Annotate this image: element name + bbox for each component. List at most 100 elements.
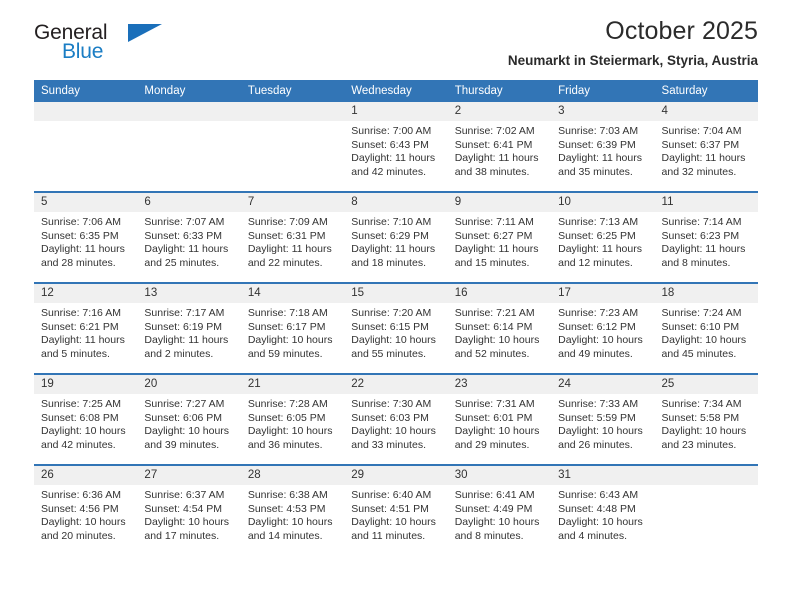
daylight-text-line2: and 8 minutes. [454, 529, 524, 542]
calendar-header-row: Sunday Monday Tuesday Wednesday Thursday… [34, 80, 758, 102]
sunrise-text: Sunrise: 7:27 AM [144, 398, 225, 410]
daylight-text-line1: Daylight: 11 hours [144, 334, 229, 347]
daylight-text-line2: and 42 minutes. [41, 438, 116, 451]
day-number: 29 [344, 466, 448, 485]
weekday-header-monday: Monday [137, 80, 241, 102]
daylight-text-line1: Daylight: 10 hours [661, 334, 747, 347]
daylight-text-line2: and 38 minutes. [454, 165, 530, 178]
daylight-text-line1: Daylight: 11 hours [558, 243, 642, 256]
daylight-text-line1: Daylight: 11 hours [351, 243, 436, 256]
day-details: Sunrise: 7:13 AM Sunset: 6:25 PM Daylight:… [551, 212, 654, 270]
day-number: 30 [447, 466, 552, 485]
calendar-grid: Sunday Monday Tuesday Wednesday Thursday… [34, 80, 758, 555]
sunset-text: Sunset: 4:49 PM [454, 502, 533, 515]
sunrise-text: Sunrise: 7:23 AM [558, 307, 639, 319]
daylight-text-line2: and 2 minutes. [144, 347, 214, 360]
daylight-text-line2: and 39 minutes. [144, 438, 220, 451]
calendar-day-cell[interactable]: 1 Sunrise: 7:00 AM Sunset: 6:43 PM Daylight… [344, 102, 448, 192]
calendar-day-cell[interactable]: 31 Sunrise: 6:43 AM Sunset: 4:48 PM Dayligh… [551, 464, 655, 555]
title-block: October 2025 Neumarkt in Steiermark, Sty… [508, 16, 758, 69]
calendar-week-row: 12 Sunrise: 7:16 AM Sunset: 6:21 PM Dayligh… [34, 282, 758, 374]
daylight-text-line1: Daylight: 10 hours [661, 425, 747, 438]
day-details: Sunrise: 7:28 AM Sunset: 6:05 PM Daylight:… [241, 394, 344, 452]
calendar-day-cell[interactable]: 30 Sunrise: 6:41 AM Sunset: 4:49 PM Dayligh… [447, 464, 552, 555]
daylight-text-line2: and 49 minutes. [558, 347, 633, 360]
sunset-text: Sunset: 5:58 PM [661, 411, 740, 424]
page-subtitle: Neumarkt in Steiermark, Styria, Austria [507, 53, 758, 68]
calendar-day-cell[interactable]: 5 Sunrise: 7:06 AM Sunset: 6:35 PM Daylight… [34, 191, 138, 283]
day-details: Sunrise: 7:25 AM Sunset: 6:08 PM Daylight:… [34, 394, 137, 452]
sunrise-text: Sunrise: 7:09 AM [247, 216, 328, 228]
calendar-day-cell[interactable]: 14 Sunrise: 7:18 AM Sunset: 6:17 PM Dayligh… [240, 282, 345, 374]
sunrise-text: Sunrise: 7:10 AM [351, 216, 432, 228]
calendar-day-cell[interactable]: 2 Sunrise: 7:02 AM Sunset: 6:41 PM Daylight… [447, 102, 552, 192]
day-number: 4 [654, 102, 758, 121]
calendar-day-cell[interactable]: 12 Sunrise: 7:16 AM Sunset: 6:21 PM Dayligh… [34, 282, 138, 374]
calendar-day-cell[interactable]: 10 Sunrise: 7:13 AM Sunset: 6:25 PM Dayligh… [551, 191, 655, 283]
generalblue-logo[interactable]: General Blue [34, 22, 234, 74]
calendar-day-cell[interactable]: 21 Sunrise: 7:28 AM Sunset: 6:05 PM Dayligh… [240, 373, 345, 465]
daylight-text-line1: Daylight: 10 hours [351, 425, 436, 438]
calendar-day-cell[interactable]: 7 Sunrise: 7:09 AM Sunset: 6:31 PM Daylight… [240, 191, 345, 283]
sunrise-text: Sunrise: 6:37 AM [144, 489, 225, 501]
calendar-day-cell[interactable]: 18 Sunrise: 7:24 AM Sunset: 6:10 PM Dayligh… [654, 282, 758, 374]
sunrise-text: Sunrise: 7:28 AM [247, 398, 328, 410]
sunset-text: Sunset: 6:43 PM [351, 138, 429, 151]
sunset-text: Sunset: 6:19 PM [144, 320, 223, 333]
day-number: 19 [34, 375, 138, 394]
day-number: 13 [137, 284, 241, 303]
day-number: 17 [551, 284, 655, 303]
daylight-text-line1: Daylight: 10 hours [558, 516, 643, 529]
sunset-text: Sunset: 4:48 PM [558, 502, 636, 515]
calendar-day-cell[interactable]: 25 Sunrise: 7:34 AM Sunset: 5:58 PM Dayligh… [654, 373, 758, 465]
calendar-day-cell[interactable]: 17 Sunrise: 7:23 AM Sunset: 6:12 PM Dayligh… [551, 282, 655, 374]
day-details: Sunrise: 7:24 AM Sunset: 6:10 PM Daylight:… [655, 303, 758, 361]
daylight-text-line1: Daylight: 11 hours [661, 243, 746, 256]
day-details: Sunrise: 7:04 AM Sunset: 6:37 PM Daylight:… [655, 121, 758, 179]
calendar-body: 1 Sunrise: 7:00 AM Sunset: 6:43 PM Daylight… [34, 102, 758, 555]
day-details: Sunrise: 7:00 AM Sunset: 6:43 PM Daylight:… [344, 121, 447, 179]
daylight-text-line2: and 28 minutes. [41, 256, 116, 269]
calendar-day-cell[interactable]: 22 Sunrise: 7:30 AM Sunset: 6:03 PM Dayligh… [344, 373, 448, 465]
calendar-day-cell[interactable]: 26 Sunrise: 6:36 AM Sunset: 4:56 PM Dayligh… [34, 464, 138, 555]
sunrise-text: Sunrise: 7:02 AM [454, 125, 535, 137]
daylight-text-line2: and 26 minutes. [558, 438, 633, 451]
day-number: 2 [447, 102, 552, 121]
calendar-day-cell[interactable]: 19 Sunrise: 7:25 AM Sunset: 6:08 PM Dayligh… [34, 373, 138, 465]
calendar-day-cell[interactable]: 24 Sunrise: 7:33 AM Sunset: 5:59 PM Dayligh… [551, 373, 655, 465]
calendar-day-cell[interactable]: 20 Sunrise: 7:27 AM Sunset: 6:06 PM Dayligh… [137, 373, 241, 465]
sunrise-text: Sunrise: 7:13 AM [558, 216, 639, 228]
calendar-day-cell[interactable]: 8 Sunrise: 7:10 AM Sunset: 6:29 PM Daylight… [344, 191, 448, 283]
sunrise-text: Sunrise: 7:03 AM [558, 125, 639, 137]
day-number: 23 [447, 375, 552, 394]
daylight-text-line1: Daylight: 11 hours [41, 243, 125, 256]
calendar-day-cell[interactable]: 13 Sunrise: 7:17 AM Sunset: 6:19 PM Dayligh… [137, 282, 241, 374]
calendar-day-cell[interactable]: 15 Sunrise: 7:20 AM Sunset: 6:15 PM Dayligh… [344, 282, 448, 374]
sunrise-text: Sunrise: 6:36 AM [41, 489, 121, 501]
sunset-text: Sunset: 6:08 PM [41, 411, 119, 424]
daylight-text-line2: and 11 minutes. [351, 529, 426, 542]
calendar-day-cell[interactable]: 28 Sunrise: 6:38 AM Sunset: 4:53 PM Dayligh… [240, 464, 345, 555]
daylight-text-line1: Daylight: 10 hours [247, 516, 333, 529]
calendar-day-cell[interactable]: 27 Sunrise: 6:37 AM Sunset: 4:54 PM Dayligh… [137, 464, 241, 555]
calendar-day-cell[interactable]: 23 Sunrise: 7:31 AM Sunset: 6:01 PM Dayligh… [447, 373, 552, 465]
sunrise-text: Sunrise: 7:04 AM [661, 125, 742, 137]
calendar-day-cell[interactable]: 6 Sunrise: 7:07 AM Sunset: 6:33 PM Daylight… [137, 191, 241, 283]
calendar-day-cell[interactable]: 9 Sunrise: 7:11 AM Sunset: 6:27 PM Daylight… [447, 191, 552, 283]
calendar-day-cell[interactable]: 4 Sunrise: 7:04 AM Sunset: 6:37 PM Daylight… [654, 102, 758, 192]
daylight-text-line1: Daylight: 10 hours [144, 516, 230, 529]
calendar-day-cell[interactable]: 3 Sunrise: 7:03 AM Sunset: 6:39 PM Daylight… [551, 102, 655, 192]
daylight-text-line2: and 35 minutes. [558, 165, 633, 178]
day-details: Sunrise: 6:40 AM Sunset: 4:51 PM Daylight:… [344, 485, 447, 543]
day-details: Sunrise: 7:33 AM Sunset: 5:59 PM Daylight:… [551, 394, 654, 452]
calendar-cell-empty [34, 102, 138, 192]
calendar-day-cell[interactable]: 29 Sunrise: 6:40 AM Sunset: 4:51 PM Dayligh… [344, 464, 448, 555]
sunset-text: Sunset: 4:51 PM [351, 502, 429, 515]
sunrise-text: Sunrise: 7:25 AM [41, 398, 121, 410]
calendar-day-cell[interactable]: 11 Sunrise: 7:14 AM Sunset: 6:23 PM Dayligh… [654, 191, 758, 283]
daylight-text-line2: and 5 minutes. [41, 347, 110, 360]
sunset-text: Sunset: 6:23 PM [661, 229, 740, 242]
day-details: Sunrise: 7:07 AM Sunset: 6:33 PM Daylight:… [137, 212, 240, 270]
calendar-day-cell[interactable]: 16 Sunrise: 7:21 AM Sunset: 6:14 PM Dayligh… [447, 282, 552, 374]
daylight-text-line1: Daylight: 10 hours [41, 425, 126, 438]
